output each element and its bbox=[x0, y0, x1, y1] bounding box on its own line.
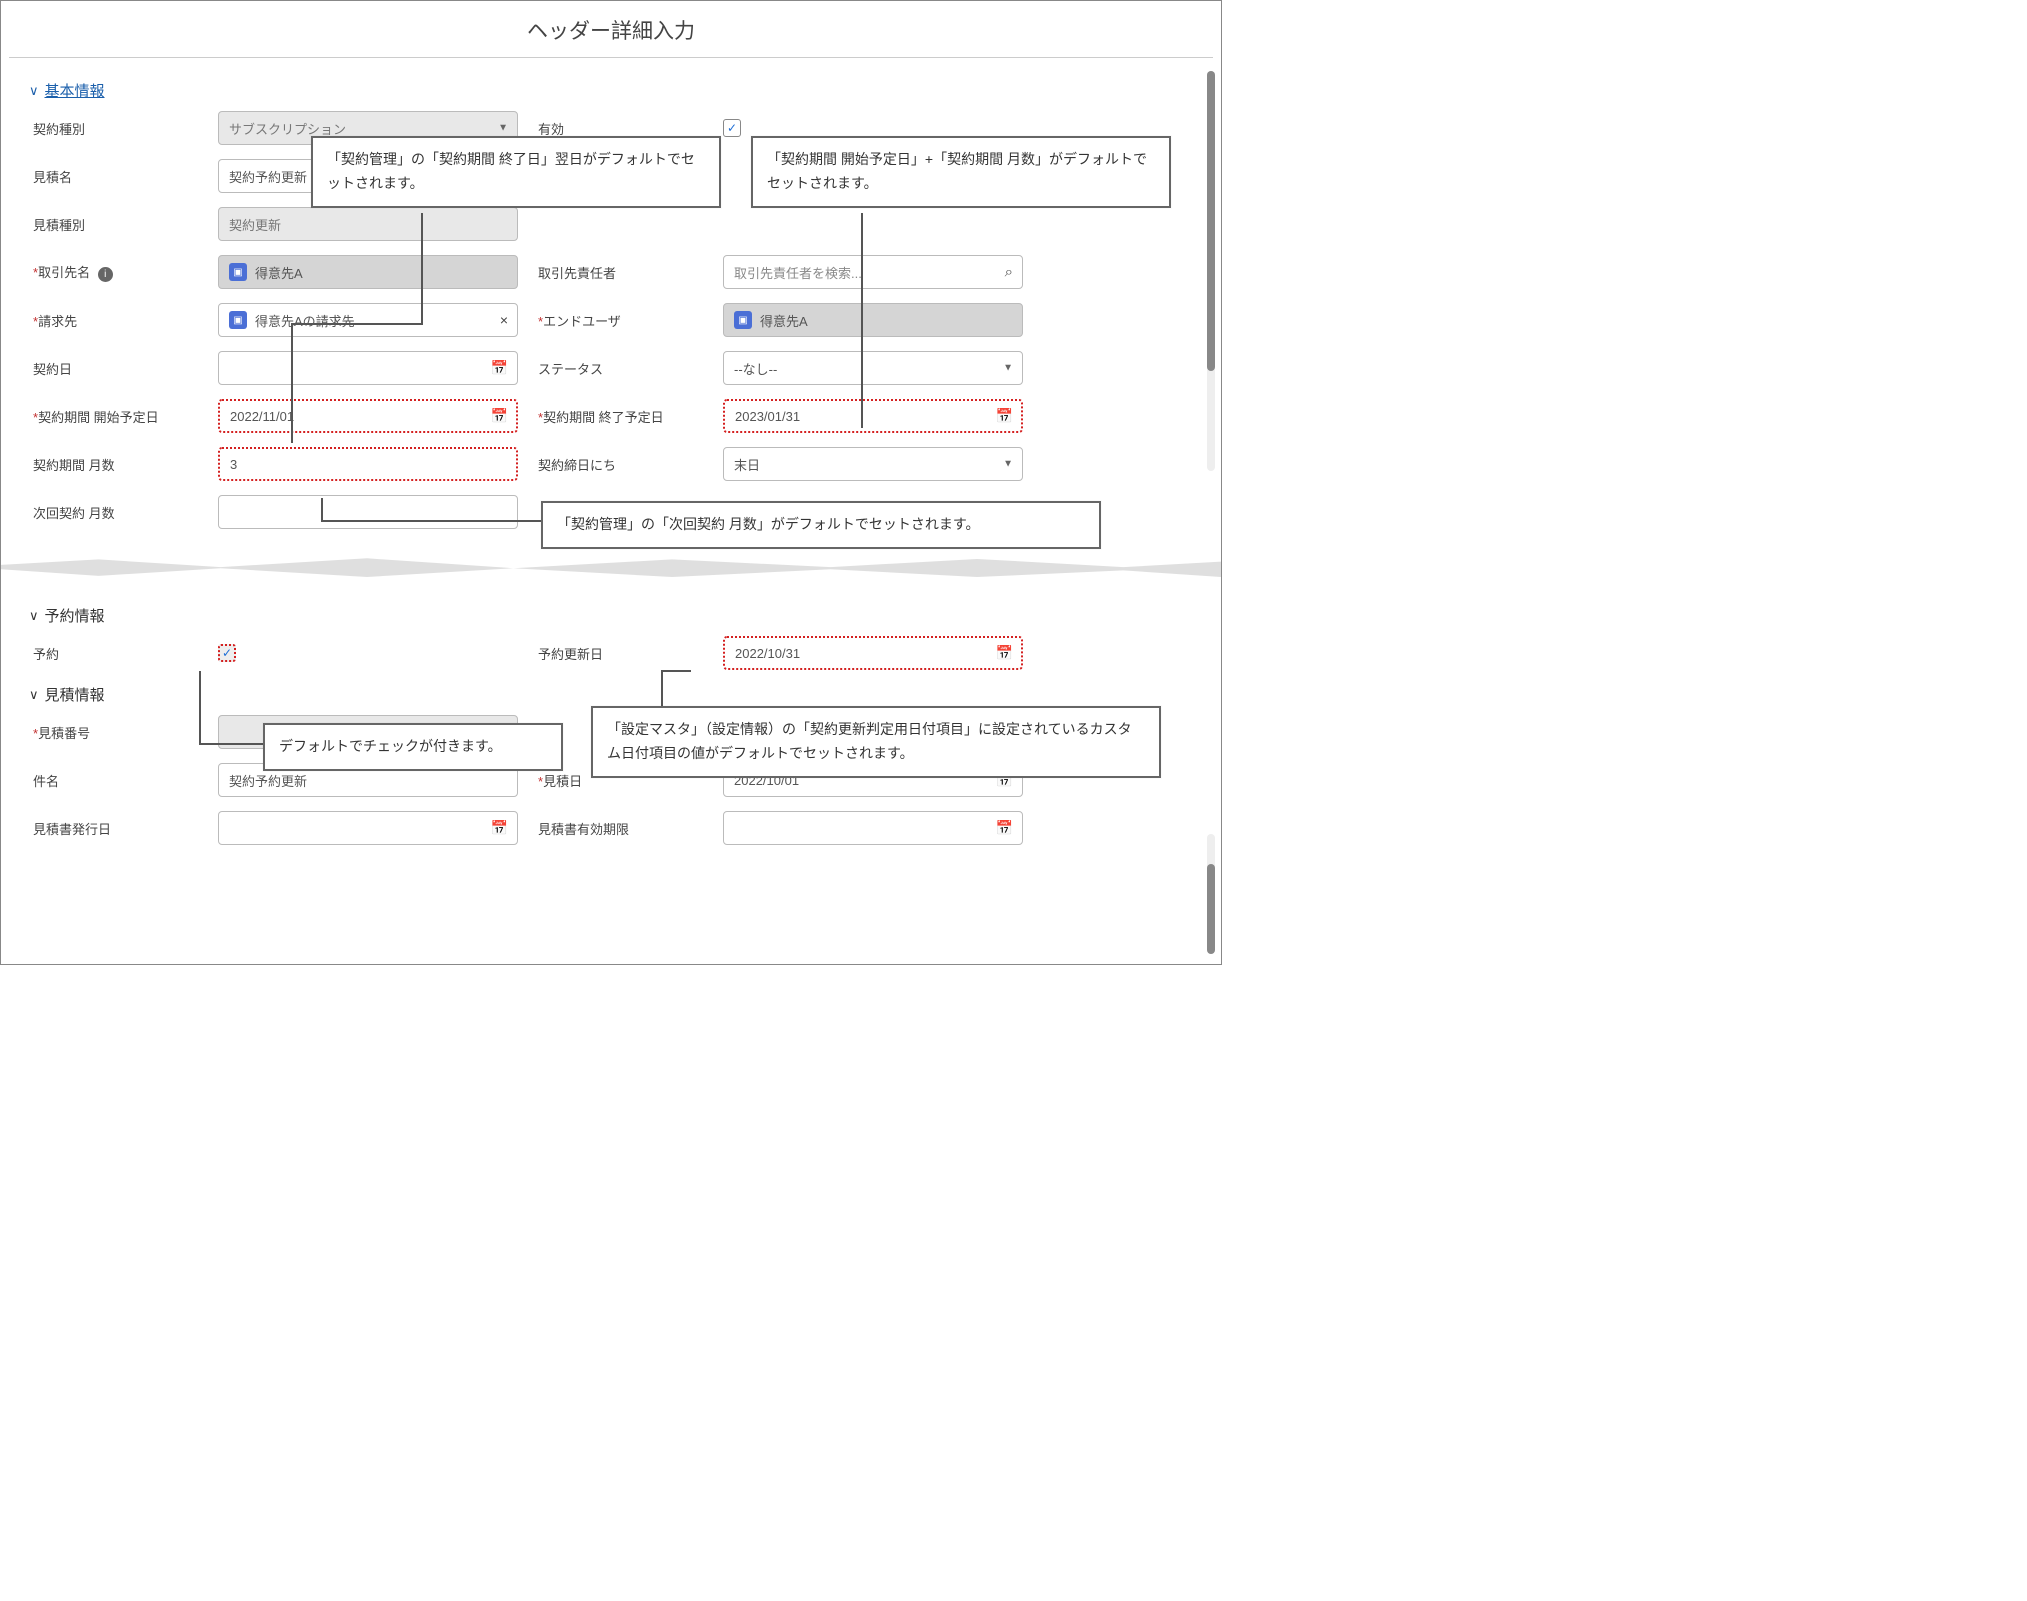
period-start-value: 2022/11/01 bbox=[230, 409, 294, 424]
period-months-input[interactable]: 3 bbox=[218, 447, 518, 481]
contract-type-value: サブスクリプション bbox=[229, 119, 346, 138]
connector bbox=[421, 213, 423, 323]
label-contract-date: 契約日 bbox=[33, 359, 198, 378]
period-start-input[interactable]: 2022/11/01 📅 bbox=[218, 399, 518, 433]
end-user-value: 得意先A bbox=[760, 311, 808, 330]
estimate-name-value: 契約予約更新 bbox=[229, 167, 307, 186]
period-end-value: 2023/01/31 bbox=[735, 409, 800, 424]
calendar-icon: 📅 bbox=[491, 820, 508, 837]
billing-to-lookup[interactable]: ▣ 得意先Aの請求先 × bbox=[218, 303, 518, 337]
connector bbox=[661, 670, 663, 708]
label-estimate-type: 見積種別 bbox=[33, 215, 198, 234]
callout-reservation-check: デフォルトでチェックが付きます。 bbox=[263, 723, 563, 771]
callout-period-start: 「契約管理」の「契約期間 終了日」翌日がデフォルトでセットされます。 bbox=[311, 136, 721, 208]
label-active: 有効 bbox=[538, 119, 703, 138]
reservation-update-date-value: 2022/10/31 bbox=[735, 646, 800, 661]
account-name-lookup[interactable]: ▣ 得意先A bbox=[218, 255, 518, 289]
label-contract-type: 契約種別 bbox=[33, 119, 198, 138]
label-quote-issue-date: 見積書発行日 bbox=[33, 819, 198, 838]
calendar-icon: 📅 bbox=[491, 360, 508, 377]
label-account-name: *取引先名 i bbox=[33, 262, 198, 282]
end-user-lookup[interactable]: ▣ 得意先A bbox=[723, 303, 1023, 337]
label-period-start: *契約期間 開始予定日 bbox=[33, 407, 198, 426]
label-reservation: 予約 bbox=[33, 644, 198, 663]
label-next-months: 次回契約 月数 bbox=[33, 503, 198, 522]
account-contact-search[interactable]: 取引先責任者を検索... ⌕ bbox=[723, 255, 1023, 289]
connector bbox=[291, 323, 423, 325]
label-reservation-update-date: 予約更新日 bbox=[538, 644, 703, 663]
label-quote-expiry: 見積書有効期限 bbox=[538, 819, 703, 838]
label-quote-number: *見積番号 bbox=[33, 723, 198, 742]
label-account-contact: 取引先責任者 bbox=[538, 263, 703, 282]
page-title: ヘッダー詳細入力 bbox=[1, 1, 1221, 57]
label-estimate-name: 見積名 bbox=[33, 167, 198, 186]
chevron-down-icon: ∨ bbox=[29, 83, 39, 99]
calendar-icon: 📅 bbox=[996, 645, 1013, 662]
scrollbar-bottom[interactable] bbox=[1207, 834, 1215, 954]
section-estimate-title: 見積情報 bbox=[45, 684, 105, 705]
content-gap bbox=[1, 547, 1221, 593]
status-select[interactable]: --なし-- bbox=[723, 351, 1023, 385]
status-value: --なし-- bbox=[734, 359, 777, 378]
estimate-type-input: 契約更新 bbox=[218, 207, 518, 241]
reservation-update-date-input[interactable]: 2022/10/31 📅 bbox=[723, 636, 1023, 670]
active-checkbox[interactable]: ✓ bbox=[723, 119, 741, 137]
contract-date-input[interactable]: 📅 bbox=[218, 351, 518, 385]
connector bbox=[661, 670, 691, 672]
connector bbox=[321, 520, 543, 522]
period-months-value: 3 bbox=[230, 457, 237, 472]
period-end-input[interactable]: 2023/01/31 📅 bbox=[723, 399, 1023, 433]
closing-day-value: 末日 bbox=[734, 455, 760, 474]
cube-icon: ▣ bbox=[229, 311, 247, 329]
section-basic-title: 基本情報 bbox=[45, 80, 105, 101]
chevron-down-icon: ∨ bbox=[29, 608, 39, 624]
info-icon[interactable]: i bbox=[98, 267, 113, 282]
section-basic-toggle[interactable]: ∨ 基本情報 bbox=[29, 80, 1193, 101]
label-status: ステータス bbox=[538, 359, 703, 378]
label-billing-to: *請求先 bbox=[33, 311, 198, 330]
reservation-checkbox[interactable]: ✓ bbox=[218, 644, 236, 662]
connector bbox=[291, 323, 293, 443]
connector bbox=[199, 743, 265, 745]
cube-icon: ▣ bbox=[229, 263, 247, 281]
clear-icon[interactable]: × bbox=[500, 312, 508, 328]
account-name-value: 得意先A bbox=[255, 263, 303, 282]
callout-period-end: 「契約期間 開始予定日」+「契約期間 月数」がデフォルトでセットされます。 bbox=[751, 136, 1171, 208]
label-subject: 件名 bbox=[33, 771, 198, 790]
callout-reservation-date: 「設定マスタ」（設定情報）の「契約更新判定用日付項目」に設定されているカスタム日… bbox=[591, 706, 1161, 778]
section-estimate-toggle[interactable]: ∨ 見積情報 bbox=[29, 684, 1193, 705]
cube-icon: ▣ bbox=[734, 311, 752, 329]
connector bbox=[199, 671, 201, 743]
account-contact-placeholder: 取引先責任者を検索... bbox=[734, 263, 862, 282]
closing-day-select[interactable]: 末日 bbox=[723, 447, 1023, 481]
connector bbox=[861, 213, 863, 428]
label-closing-day: 契約締日にち bbox=[538, 455, 703, 474]
label-end-user: *エンドユーザ bbox=[538, 311, 703, 330]
quote-issue-date-input[interactable]: 📅 bbox=[218, 811, 518, 845]
quote-expiry-input[interactable]: 📅 bbox=[723, 811, 1023, 845]
billing-to-value: 得意先Aの請求先 bbox=[255, 311, 355, 330]
calendar-icon: 📅 bbox=[996, 820, 1013, 837]
section-reservation-toggle[interactable]: ∨ 予約情報 bbox=[29, 605, 1193, 626]
label-period-end: *契約期間 終了予定日 bbox=[538, 407, 703, 426]
calendar-icon: 📅 bbox=[491, 408, 508, 425]
label-period-months: 契約期間 月数 bbox=[33, 455, 198, 474]
chevron-down-icon: ∨ bbox=[29, 687, 39, 703]
section-reservation-title: 予約情報 bbox=[45, 605, 105, 626]
scrollbar-thumb[interactable] bbox=[1207, 864, 1215, 954]
estimate-type-value: 契約更新 bbox=[229, 215, 281, 234]
search-icon: ⌕ bbox=[1005, 264, 1013, 281]
calendar-icon: 📅 bbox=[996, 408, 1013, 425]
callout-next-months: 「契約管理」の「次回契約 月数」がデフォルトでセットされます。 bbox=[541, 501, 1101, 549]
subject-value: 契約予約更新 bbox=[229, 771, 307, 790]
next-months-input[interactable] bbox=[218, 495, 518, 529]
connector bbox=[321, 498, 323, 520]
